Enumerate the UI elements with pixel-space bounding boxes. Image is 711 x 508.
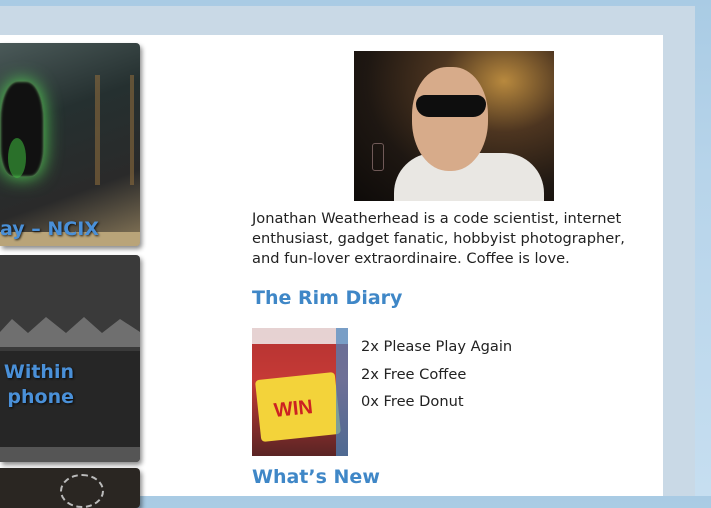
post-card-bottom[interactable]: [0, 468, 140, 508]
whats-new-heading: What’s New: [252, 466, 380, 488]
list-item: 2x Free Coffee: [361, 365, 467, 383]
post-card-title-line2: phone: [7, 386, 74, 408]
cup-side: [336, 328, 348, 456]
zigzag-banner: [0, 317, 140, 347]
sunglasses: [416, 95, 486, 117]
post-card-title[interactable]: ay – NCIX: [0, 217, 99, 242]
cup-win-text: WIN: [272, 396, 314, 422]
wine-glass: [372, 143, 384, 171]
chair-image: [95, 75, 134, 185]
list-item: 0x Free Donut: [361, 393, 464, 410]
post-card-title-line1: Within: [3, 361, 74, 383]
cable-image: [60, 474, 104, 508]
profile-face: [412, 67, 488, 171]
card-bottom-strip: [0, 447, 140, 462]
rim-cup-photo: WIN: [252, 328, 348, 456]
post-card-phone[interactable]: Within phone: [0, 255, 140, 462]
profile-bio: Jonathan Weatherhead is a code scientist…: [252, 210, 625, 267]
rim-diary-heading: The Rim Diary: [252, 287, 403, 309]
post-card-ncix[interactable]: ay – NCIX: [0, 43, 140, 246]
list-item: 2x Please Play Again: [361, 338, 513, 355]
rim-diary-list: 2x Please Play Again 2x Free Coffee 0x F…: [361, 335, 512, 418]
cup-lid: [252, 328, 348, 344]
post-card-title[interactable]: Within phone: [0, 360, 74, 410]
mouse-glow: [8, 138, 26, 178]
profile-photo: [354, 51, 554, 201]
